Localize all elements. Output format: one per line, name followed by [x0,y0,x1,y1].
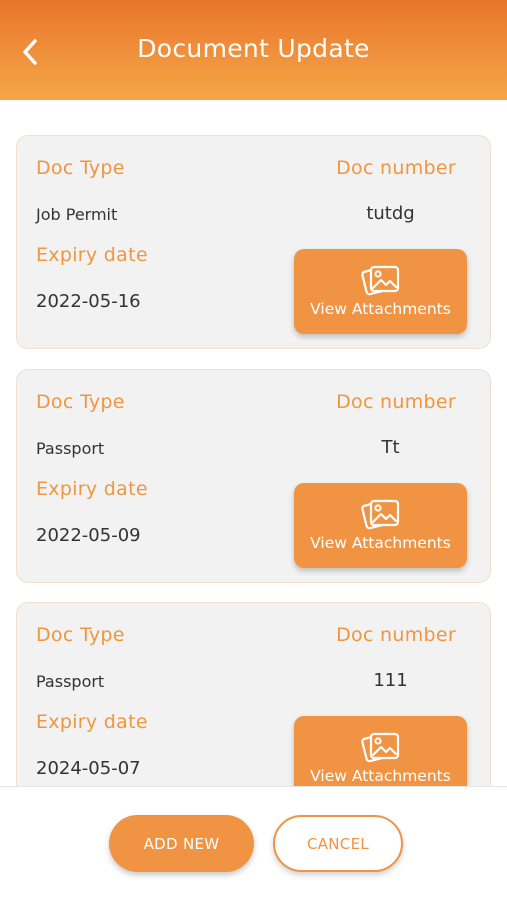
view-attachments-label: View Attachments [310,534,451,552]
view-attachments-label: View Attachments [310,300,451,318]
document-list[interactable]: Doc Type Doc number Job Permit tutdg Exp… [0,100,507,786]
page-title: Document Update [137,34,370,63]
footer-bar: ADD NEW CANCEL [0,786,507,900]
doc-number-label: Doc number [336,624,456,646]
gallery-icon [361,265,400,296]
document-card: Doc Type Doc number Passport 111 Expiry … [16,602,491,786]
doc-type-value: Passport [36,672,105,691]
doc-number-value: tutdg [366,203,415,224]
view-attachments-label: View Attachments [310,767,451,785]
doc-number-value: 111 [373,670,408,691]
view-attachments-button[interactable]: View Attachments [294,249,467,334]
expiry-date-label: Expiry date [36,711,148,733]
expiry-date-value: 2022-05-16 [36,291,141,312]
add-new-button[interactable]: ADD NEW [109,815,254,872]
doc-number-label: Doc number [336,391,456,413]
doc-number-label: Doc number [336,157,456,179]
expiry-date-value: 2022-05-09 [36,525,141,546]
doc-type-value: Job Permit [36,205,118,224]
doc-type-value: Passport [36,439,105,458]
expiry-date-value: 2024-05-07 [36,758,141,779]
gallery-icon [361,732,400,763]
view-attachments-button[interactable]: View Attachments [294,716,467,786]
doc-type-label: Doc Type [36,157,125,179]
document-card: Doc Type Doc number Passport Tt Expiry d… [16,369,491,583]
doc-type-label: Doc Type [36,624,125,646]
header-bar: Document Update [0,0,507,100]
doc-type-label: Doc Type [36,391,125,413]
document-update-screen: Document Update Doc Type Doc number Job … [0,0,507,900]
doc-number-value: Tt [381,437,400,458]
gallery-icon [361,499,400,530]
document-card: Doc Type Doc number Job Permit tutdg Exp… [16,135,491,349]
cancel-button[interactable]: CANCEL [273,815,403,872]
expiry-date-label: Expiry date [36,244,148,266]
expiry-date-label: Expiry date [36,478,148,500]
view-attachments-button[interactable]: View Attachments [294,483,467,568]
